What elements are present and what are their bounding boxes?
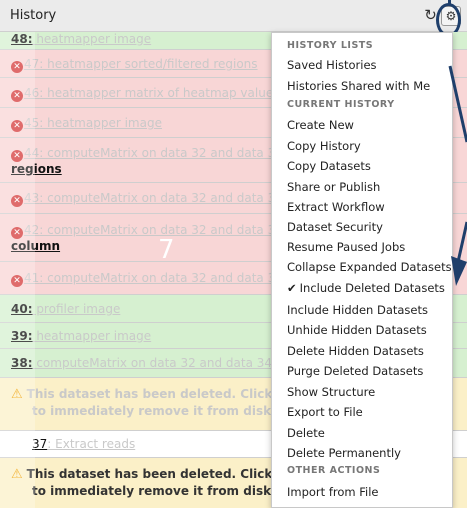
- annotation-mark: 7: [158, 235, 175, 265]
- warning-line-1: ⚠ This dataset has been deleted. Click: [11, 387, 273, 402]
- menu-delete-hidden[interactable]: Delete Hidden Datasets: [287, 341, 452, 361]
- history-options-menu: HISTORY LISTS Saved Histories Histories …: [271, 32, 453, 508]
- menu-unhide-hidden[interactable]: Unhide Hidden Datasets: [287, 320, 452, 340]
- menu-purge-deleted[interactable]: Purge Deleted Datasets: [287, 361, 452, 381]
- dataset-title[interactable]: ✕ 47: heatmapper sorted/filtered regions: [11, 57, 258, 73]
- dataset-title[interactable]: 37: Extract reads: [32, 437, 135, 451]
- menu-collapse-expanded[interactable]: Collapse Expanded Datasets: [287, 257, 452, 277]
- menu-copy-datasets[interactable]: Copy Datasets: [287, 156, 452, 176]
- menu-share-or-publish[interactable]: Share or Publish: [287, 177, 452, 197]
- menu-delete-permanently[interactable]: Delete Permanently: [287, 443, 452, 463]
- menu-saved-histories[interactable]: Saved Histories: [287, 55, 452, 75]
- warning-line-2: to immediately remove it from disk: [32, 484, 272, 498]
- history-title: History: [10, 8, 57, 23]
- menu-show-structure[interactable]: Show Structure: [287, 382, 452, 402]
- menu-include-hidden[interactable]: Include Hidden Datasets: [287, 300, 452, 320]
- menu-include-deleted-label: Include Deleted Datasets: [299, 281, 445, 295]
- checkmark-icon: ✔: [287, 281, 297, 295]
- menu-dataset-security[interactable]: Dataset Security: [287, 217, 452, 237]
- dataset-title[interactable]: ✕ 42: computeMatrix on data 32 and data 3…: [11, 223, 283, 239]
- menu-include-deleted[interactable]: ✔ Include Deleted Datasets: [287, 278, 452, 298]
- menu-import-from-file[interactable]: Import from File: [287, 482, 452, 502]
- menu-extract-workflow[interactable]: Extract Workflow: [287, 197, 452, 217]
- menu-copy-history[interactable]: Copy History: [287, 136, 452, 156]
- warning-line-1: ⚠ This dataset has been deleted. Click: [11, 467, 273, 482]
- menu-export-to-file[interactable]: Export to File: [287, 402, 452, 422]
- warning-line-2: to immediately remove it from disk: [32, 404, 272, 418]
- dataset-title[interactable]: ✕ 41: computeMatrix on data 32 and data 3…: [11, 271, 283, 287]
- dataset-title[interactable]: ✕ 46: heatmapper matrix of heatmap values: [11, 86, 279, 102]
- menu-resume-paused-jobs[interactable]: Resume Paused Jobs: [287, 237, 452, 257]
- dataset-title[interactable]: 38: computeMatrix on data 32 and data 34…: [11, 356, 276, 370]
- menu-create-new[interactable]: Create New: [287, 115, 452, 135]
- menu-delete[interactable]: Delete: [287, 423, 452, 443]
- dataset-title[interactable]: ✕ 44: computeMatrix on data 32 and data 3…: [11, 146, 287, 162]
- menu-histories-shared[interactable]: Histories Shared with Me: [287, 76, 452, 96]
- history-header: History ↻ ⚙: [0, 0, 467, 32]
- menu-header-other-actions: OTHER ACTIONS: [287, 465, 381, 476]
- dataset-title[interactable]: ✕ 43: computeMatrix on data 32 and data 3…: [11, 191, 283, 207]
- menu-header-current-history: CURRENT HISTORY: [287, 99, 395, 110]
- history-panel: History ↻ ⚙ 48: heatmapper image ✕ 47: he…: [0, 0, 467, 508]
- menu-header-history-lists: HISTORY LISTS: [287, 40, 374, 51]
- list-left-strip: [0, 32, 35, 508]
- annotation-circle-tail: [448, 0, 451, 4]
